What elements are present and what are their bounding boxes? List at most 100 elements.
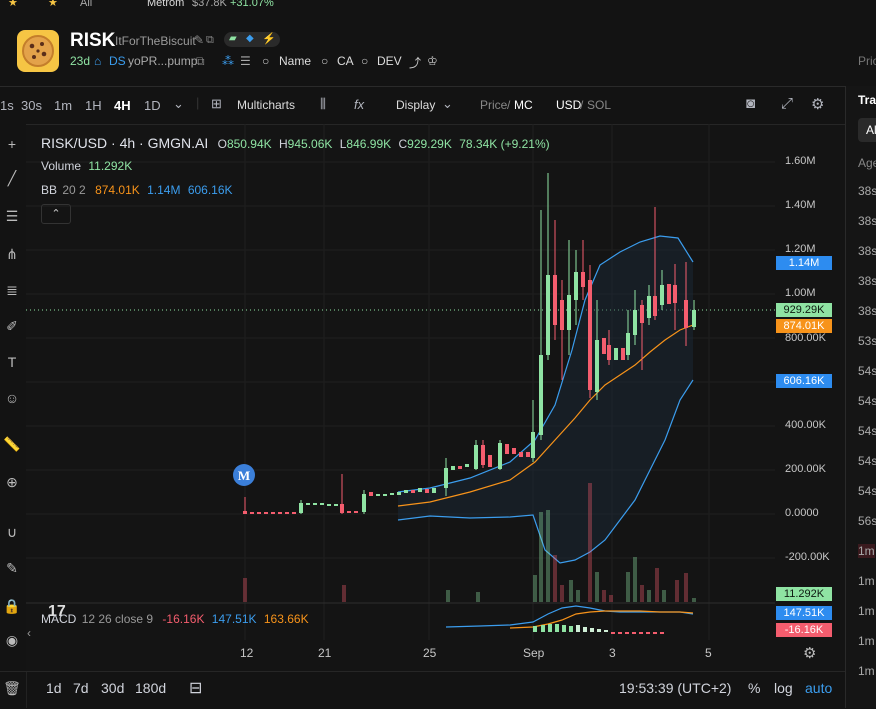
y-tick: 400.00K [785, 419, 826, 431]
y-tick: 800.00K [785, 332, 826, 344]
bb-basis-tag: 874.01K [776, 319, 832, 333]
candle [257, 512, 261, 514]
age-cell: 38s [858, 184, 876, 198]
range-180d[interactable]: 180d [135, 680, 166, 696]
x-tick: 21 [318, 646, 332, 660]
candle [404, 490, 408, 493]
candle [411, 490, 415, 493]
bb-mid-value: 874.01K [95, 183, 140, 197]
age-cell: 1m [858, 544, 875, 558]
trades-panel: Trad All Age 38s 38s 38s 38s 38s 53s 54s… [845, 86, 876, 708]
candle [444, 468, 448, 488]
candle [465, 464, 469, 467]
clock-time[interactable]: 19:53:39 (UTC+2) [619, 680, 731, 696]
marker-letter: M [238, 468, 250, 483]
y-tick: 1.00M [785, 287, 816, 299]
candle [581, 272, 585, 287]
candle [376, 494, 380, 496]
candle [334, 504, 338, 506]
candle [285, 512, 289, 514]
candle [647, 296, 651, 318]
candle [684, 300, 688, 328]
high-value: 945.06K [287, 137, 333, 151]
candle [633, 310, 637, 335]
candle [621, 348, 625, 360]
candle [458, 466, 462, 469]
candle [498, 443, 502, 469]
candle [313, 503, 317, 505]
log-toggle[interactable]: log [774, 680, 793, 696]
age-cell: 38s [858, 214, 876, 228]
candle [243, 511, 247, 514]
candle [481, 445, 485, 465]
volume-legend: Volume 11.292K [41, 159, 133, 173]
y-tick: -200.00K [785, 551, 830, 563]
macd-line-value: 147.51K [211, 612, 257, 626]
panel-title[interactable]: Trad [858, 93, 876, 107]
y-tick: 1.60M [785, 155, 816, 167]
close-value: 929.29K [407, 137, 452, 151]
candle [531, 432, 535, 458]
bb-upper-value: 1.14M [147, 183, 181, 197]
candle [560, 300, 564, 330]
macd-hist-value: -16.16K [162, 612, 205, 626]
candle [653, 296, 657, 316]
y-tick: 1.20M [785, 243, 816, 255]
candle [512, 448, 516, 454]
age-cell: 54s [858, 364, 876, 378]
candle [567, 295, 571, 330]
candle [425, 489, 429, 493]
x-tick: 3 [609, 646, 616, 660]
candle [271, 512, 275, 514]
volume-tag: 11.292K [776, 587, 832, 601]
candle [474, 445, 478, 469]
age-cell: 54s [858, 454, 876, 468]
candle [488, 455, 492, 467]
low-value: 846.99K [346, 137, 392, 151]
y-tick: 200.00K [785, 463, 826, 475]
collapse-legend-button[interactable]: ⌃ [41, 204, 71, 224]
panel-tab-all[interactable]: All [858, 118, 876, 142]
scroll-left-icon[interactable]: ‹ [27, 626, 31, 640]
ohlc-legend: RISK/USD · 4h · GMGN.AI O850.94K H945.06… [41, 135, 550, 151]
candle [250, 512, 254, 514]
bb-lower-tag: 606.16K [776, 374, 832, 388]
last-price-tag: 929.29K [776, 303, 832, 317]
x-tick: 12 [240, 646, 254, 660]
candle [369, 492, 373, 496]
percent-toggle[interactable]: % [748, 680, 760, 696]
candle [519, 452, 523, 457]
range-7d[interactable]: 7d [73, 680, 89, 696]
candle [546, 275, 550, 355]
age-cell: 1m [858, 574, 875, 588]
y-tick: 0.0000 [785, 507, 819, 519]
panel-col-age: Age [858, 156, 876, 170]
candle [595, 340, 599, 392]
x-tick: Sep [523, 646, 545, 660]
candle [602, 338, 606, 354]
candle [692, 310, 696, 327]
candle [667, 284, 671, 304]
candle [264, 512, 268, 514]
candle [526, 452, 530, 457]
candle [397, 492, 401, 495]
age-cell: 54s [858, 484, 876, 498]
candle [505, 444, 509, 454]
range-30d[interactable]: 30d [101, 680, 124, 696]
age-cell: 1m [858, 604, 875, 618]
age-cell: 38s [858, 244, 876, 258]
age-cell: 54s [858, 424, 876, 438]
macd-line-tag: 147.51K [776, 606, 832, 620]
age-cell: 54s [858, 394, 876, 408]
bb-upper-tag: 1.14M [776, 256, 832, 270]
range-1d[interactable]: 1d [46, 680, 62, 696]
axis-settings-icon[interactable]: ⚙ [803, 644, 816, 662]
candle [539, 355, 543, 435]
candle [347, 511, 351, 513]
candle [278, 512, 282, 514]
candle [299, 503, 303, 513]
auto-toggle[interactable]: auto [805, 680, 832, 696]
date-range-icon[interactable]: ⊟ [189, 678, 202, 698]
age-cell: 38s [858, 274, 876, 288]
bottom-bar: 1d 7d 30d 180d ⊟ 19:53:39 (UTC+2) % log … [0, 671, 845, 709]
